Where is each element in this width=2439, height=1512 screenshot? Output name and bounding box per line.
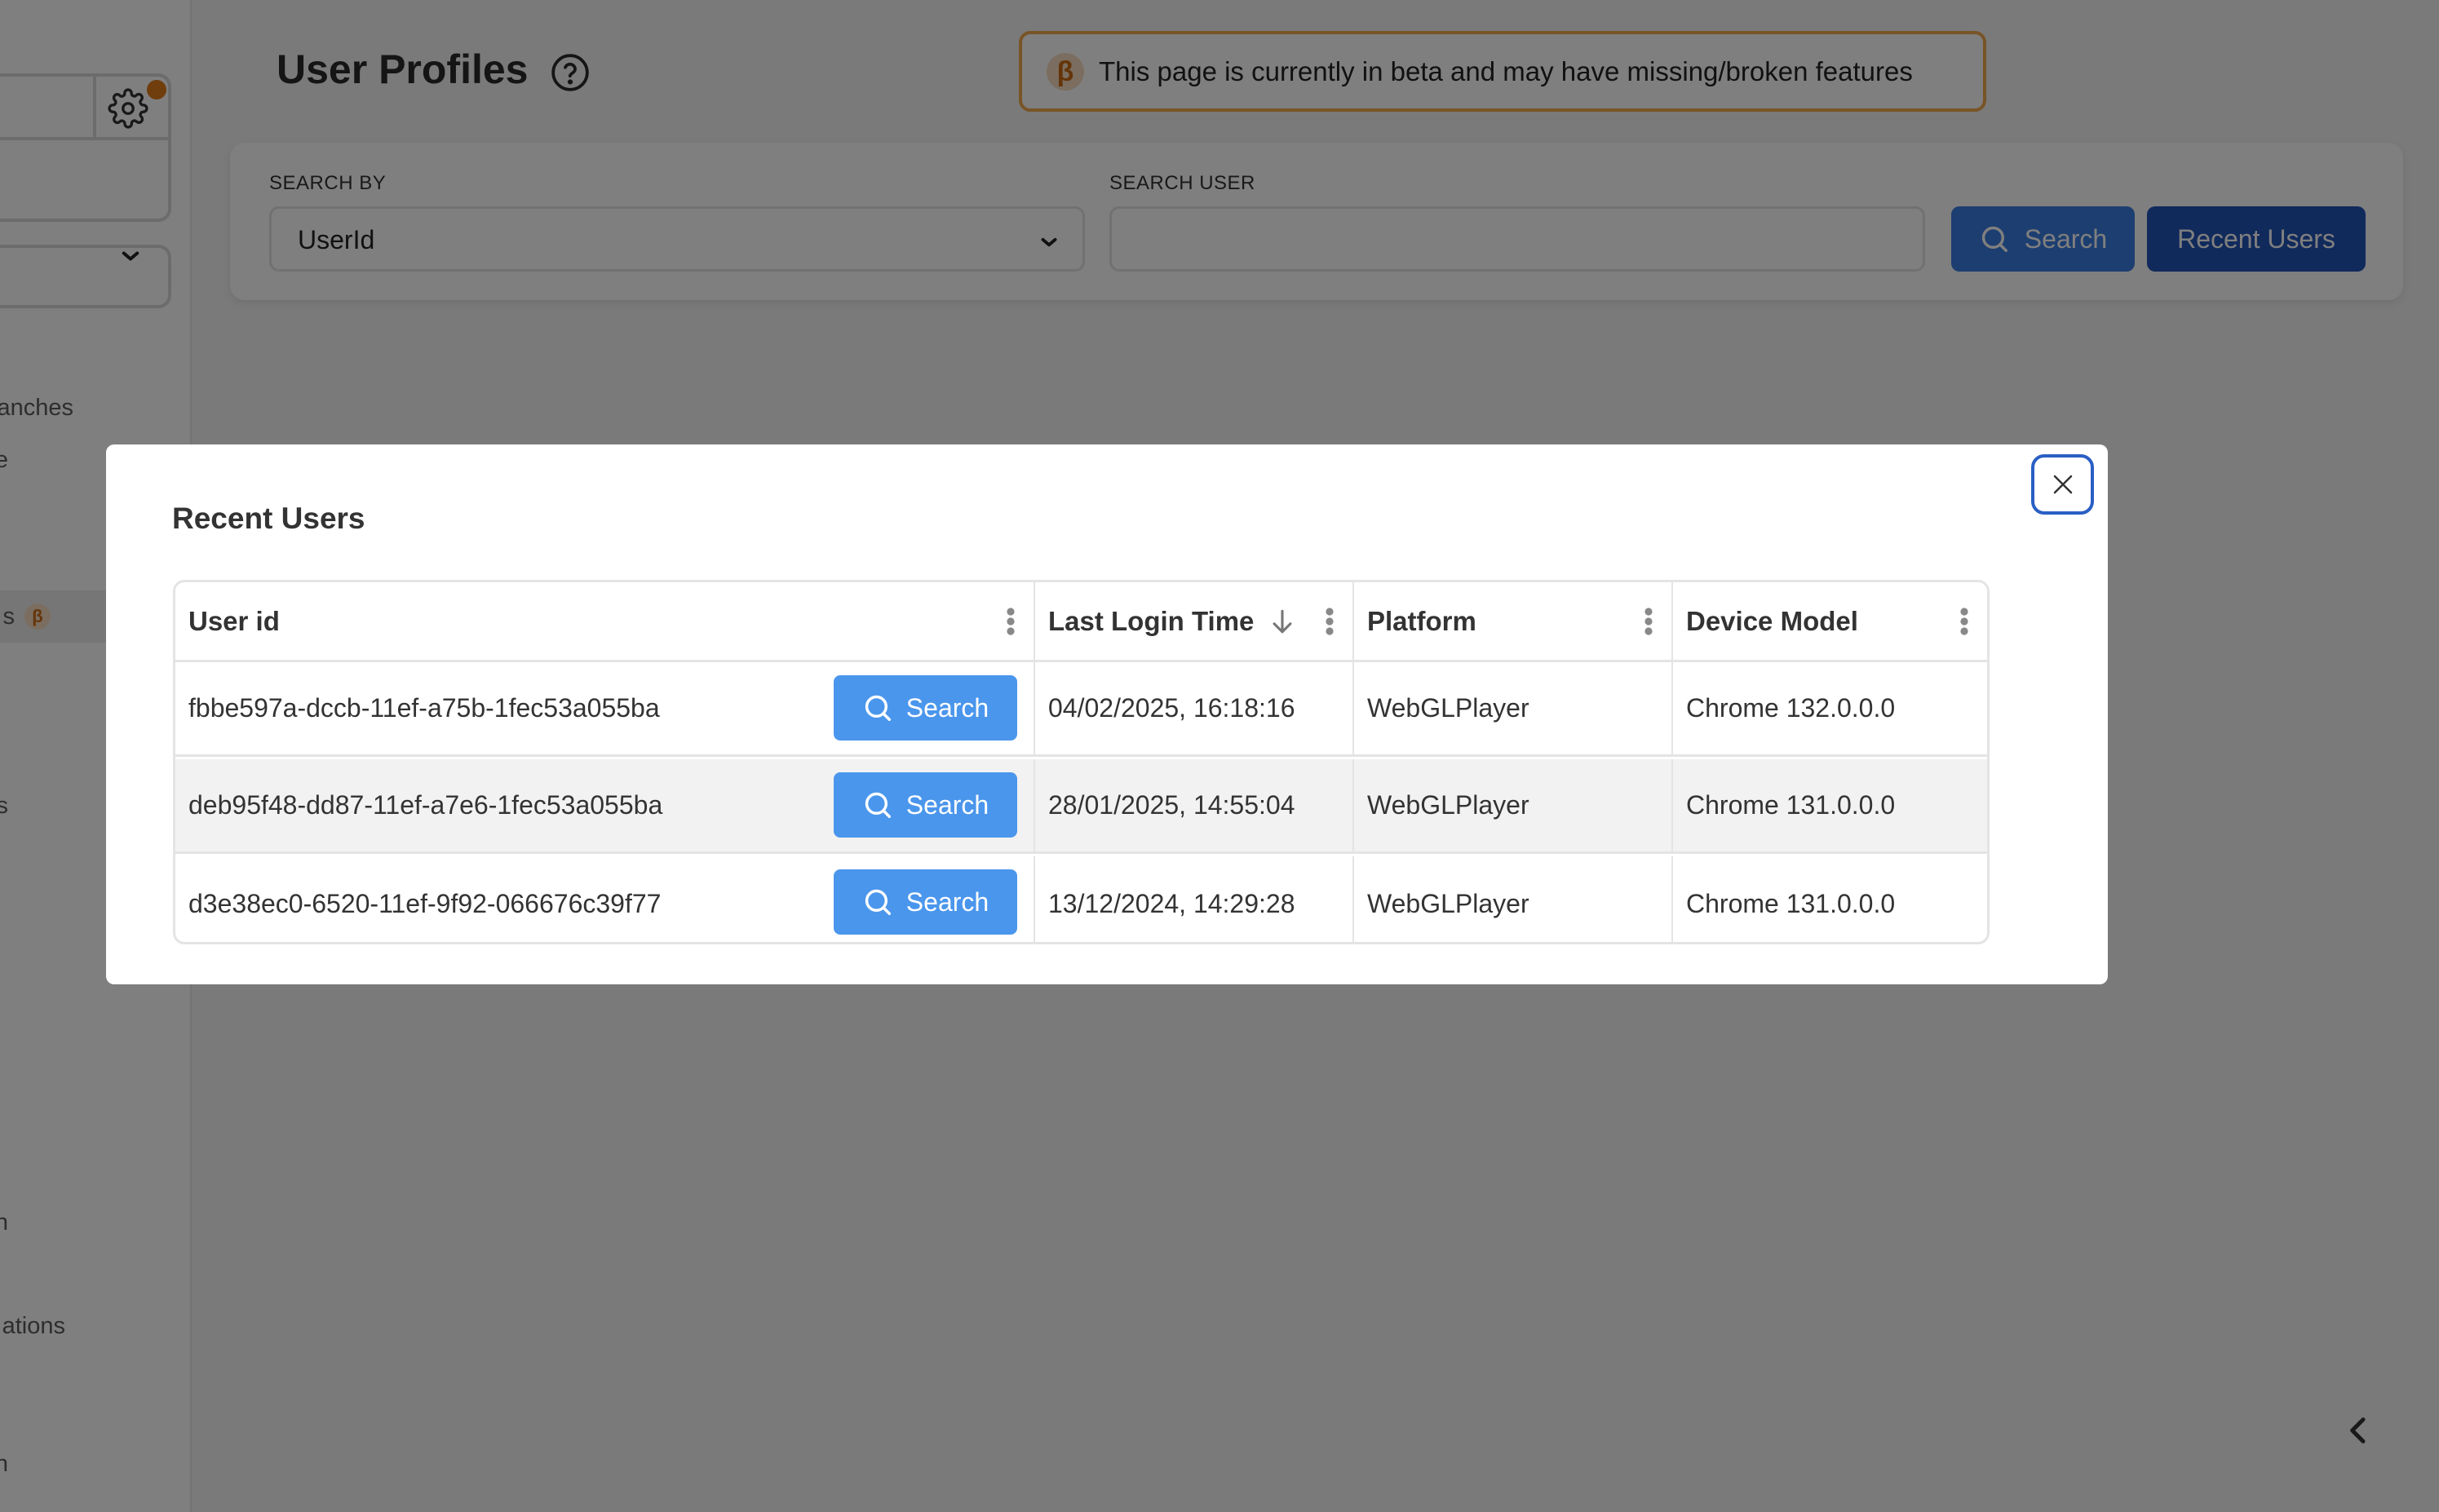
column-label: Platform [1367, 605, 1476, 636]
cell-device-model: Chrome 131.0.0.0 [1686, 888, 1896, 918]
recent-users-modal: Recent Users User id Last Login Time Pla… [106, 444, 2108, 984]
row-search-button[interactable]: Search [834, 772, 1017, 838]
cell-last-login: 28/01/2025, 14:55:04 [1035, 759, 1354, 851]
column-header-last-login-time[interactable]: Last Login Time [1035, 582, 1354, 660]
search-icon [865, 792, 891, 818]
cell-platform: WebGLPlayer [1354, 856, 1673, 942]
table-header: User id Last Login Time Platform Device … [175, 582, 1987, 662]
user-id-text: d3e38ec0-6520-11ef-9f92-066676c39f77 [188, 888, 662, 918]
cell-user-id: d3e38ec0-6520-11ef-9f92-066676c39f77 Sea… [175, 856, 1035, 942]
table-row: fbbe597a-dccb-11ef-a75b-1fec53a055ba Sea… [175, 662, 1987, 757]
cell-device-model: Chrome 132.0.0.0 [1686, 693, 1896, 723]
column-header-platform[interactable]: Platform [1354, 582, 1673, 660]
kebab-menu-icon[interactable] [1959, 607, 1969, 636]
user-id-text: fbbe597a-dccb-11ef-a75b-1fec53a055ba [188, 693, 660, 723]
column-label: User id [188, 605, 280, 636]
search-icon [865, 695, 891, 721]
close-button[interactable] [2031, 454, 2094, 515]
cell-device-model: Chrome 131.0.0.0 [1686, 790, 1896, 820]
row-search-label: Search [905, 789, 989, 820]
search-icon [865, 889, 891, 915]
table-row: d3e38ec0-6520-11ef-9f92-066676c39f77 Sea… [175, 856, 1987, 942]
row-search-label: Search [905, 692, 989, 723]
row-search-button[interactable]: Search [834, 869, 1017, 935]
column-label: Device Model [1686, 605, 1858, 636]
sort-descending-icon[interactable] [1270, 608, 1295, 635]
recent-users-table: User id Last Login Time Platform Device … [173, 580, 1990, 944]
cell-user-id: deb95f48-dd87-11ef-a7e6-1fec53a055ba Sea… [175, 759, 1035, 851]
kebab-menu-icon[interactable] [1325, 607, 1335, 636]
kebab-menu-icon[interactable] [1006, 607, 1016, 636]
cell-platform: WebGLPlayer [1354, 759, 1673, 851]
row-search-label: Search [905, 886, 989, 917]
user-id-text: deb95f48-dd87-11ef-a7e6-1fec53a055ba [188, 790, 663, 820]
cell-user-id: fbbe597a-dccb-11ef-a75b-1fec53a055ba Sea… [175, 662, 1035, 754]
column-label: Last Login Time [1048, 605, 1255, 636]
cell-platform: WebGLPlayer [1354, 662, 1673, 754]
table-row: deb95f48-dd87-11ef-a7e6-1fec53a055ba Sea… [175, 759, 1987, 854]
row-search-button[interactable]: Search [834, 675, 1017, 741]
close-icon [2053, 475, 2072, 494]
cell-last-login: 13/12/2024, 14:29:28 [1035, 856, 1354, 942]
modal-title: Recent Users [172, 502, 365, 535]
column-header-device-model[interactable]: Device Model [1673, 582, 1987, 660]
kebab-menu-icon[interactable] [1644, 607, 1653, 636]
column-header-user-id[interactable]: User id [175, 582, 1035, 660]
cell-last-login: 04/02/2025, 16:18:16 [1035, 662, 1354, 754]
